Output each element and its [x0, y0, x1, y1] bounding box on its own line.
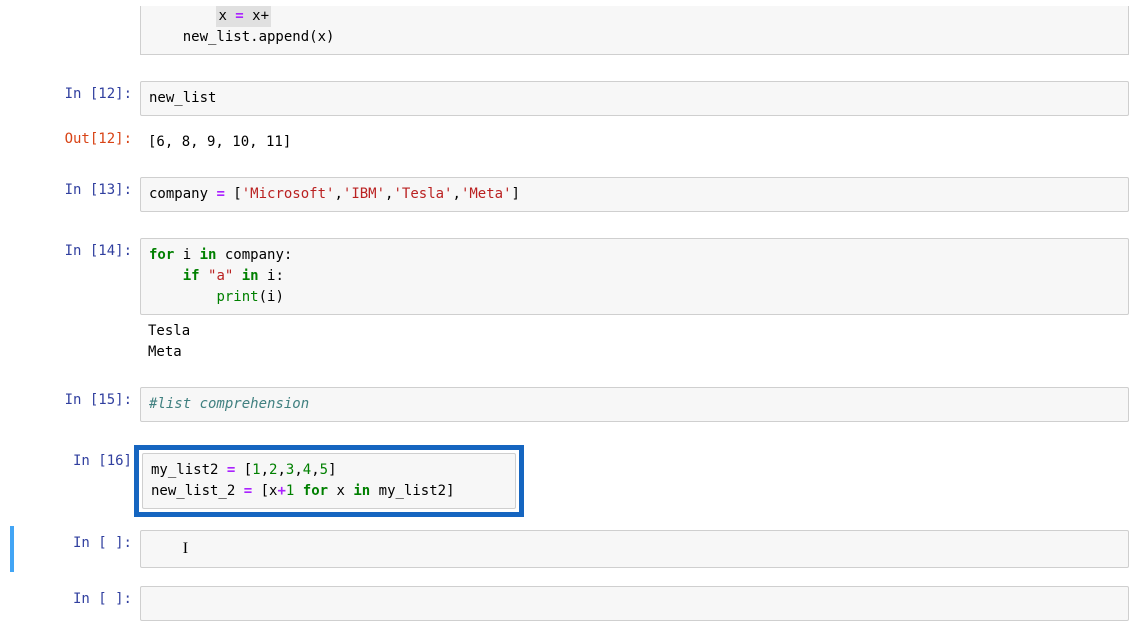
output-text: [6, 8, 9, 10, 11] — [140, 126, 1129, 159]
cell-body: #list comprehension — [140, 387, 1129, 422]
cell-body: company = ['Microsoft','IBM','Tesla','Me… — [140, 177, 1129, 212]
cell-body — [140, 586, 1129, 621]
cell-body: my_list2 = [1,2,3,4,5] new_list_2 = [x+1… — [140, 448, 1129, 514]
notebook-container: x = x+ new_list.append(x) In [12]: new_l… — [0, 2, 1139, 625]
code-cell-empty[interactable]: In [ ]: — [10, 582, 1129, 625]
cell-body: for i in company: if "a" in i: print(i) … — [140, 238, 1129, 369]
code-cell-15: In [15]: #list comprehension — [10, 383, 1129, 426]
cell-body: I — [140, 530, 1129, 568]
output-prompt: Out[12]: — [10, 126, 140, 159]
code-input-area[interactable]: #list comprehension — [140, 387, 1129, 422]
code-input-area[interactable]: company = ['Microsoft','IBM','Tesla','Me… — [140, 177, 1129, 212]
code-cell-14: In [14]: for i in company: if "a" in i: … — [10, 234, 1129, 373]
text-cursor-icon: I — [183, 537, 188, 561]
stdout-output: Tesla Meta — [140, 315, 1129, 369]
output-cell-12: Out[12]: [6, 8, 9, 10, 11] — [10, 122, 1129, 163]
code-input-area[interactable] — [140, 586, 1129, 621]
code-input-area[interactable]: I — [140, 530, 1129, 568]
code-comment: #list comprehension — [149, 396, 309, 412]
code-cell-12: In [12]: new_list — [10, 77, 1129, 120]
code-cell-16: In [16] my_list2 = [1,2,3,4,5] new_list_… — [10, 444, 1129, 518]
input-prompt: In [15]: — [10, 387, 140, 422]
input-prompt: In [16] — [10, 448, 140, 514]
highlighted-fragment: x = x+ — [216, 6, 271, 27]
code-cell-partial: x = x+ new_list.append(x) — [10, 2, 1129, 59]
input-prompt: In [12]: — [10, 81, 140, 116]
code-input-area[interactable]: for i in company: if "a" in i: print(i) — [140, 238, 1129, 315]
code-cell-13: In [13]: company = ['Microsoft','IBM','T… — [10, 173, 1129, 216]
code-text: new_list — [149, 90, 216, 106]
code-input-area[interactable]: x = x+ new_list.append(x) — [140, 6, 1129, 55]
cell-body: new_list — [140, 81, 1129, 116]
prompt-area — [10, 6, 140, 55]
code-input-area[interactable]: my_list2 = [1,2,3,4,5] new_list_2 = [x+1… — [142, 453, 516, 509]
code-cell-empty-selected[interactable]: In [ ]: I — [10, 526, 1129, 572]
cell-body: x = x+ new_list.append(x) — [140, 6, 1129, 55]
input-prompt: In [ ]: — [10, 586, 140, 621]
cell-body: [6, 8, 9, 10, 11] — [140, 126, 1129, 159]
code-input-area[interactable]: new_list — [140, 81, 1129, 116]
input-prompt: In [13]: — [10, 177, 140, 212]
input-prompt: In [14]: — [10, 238, 140, 369]
input-prompt: In [ ]: — [16, 530, 140, 568]
